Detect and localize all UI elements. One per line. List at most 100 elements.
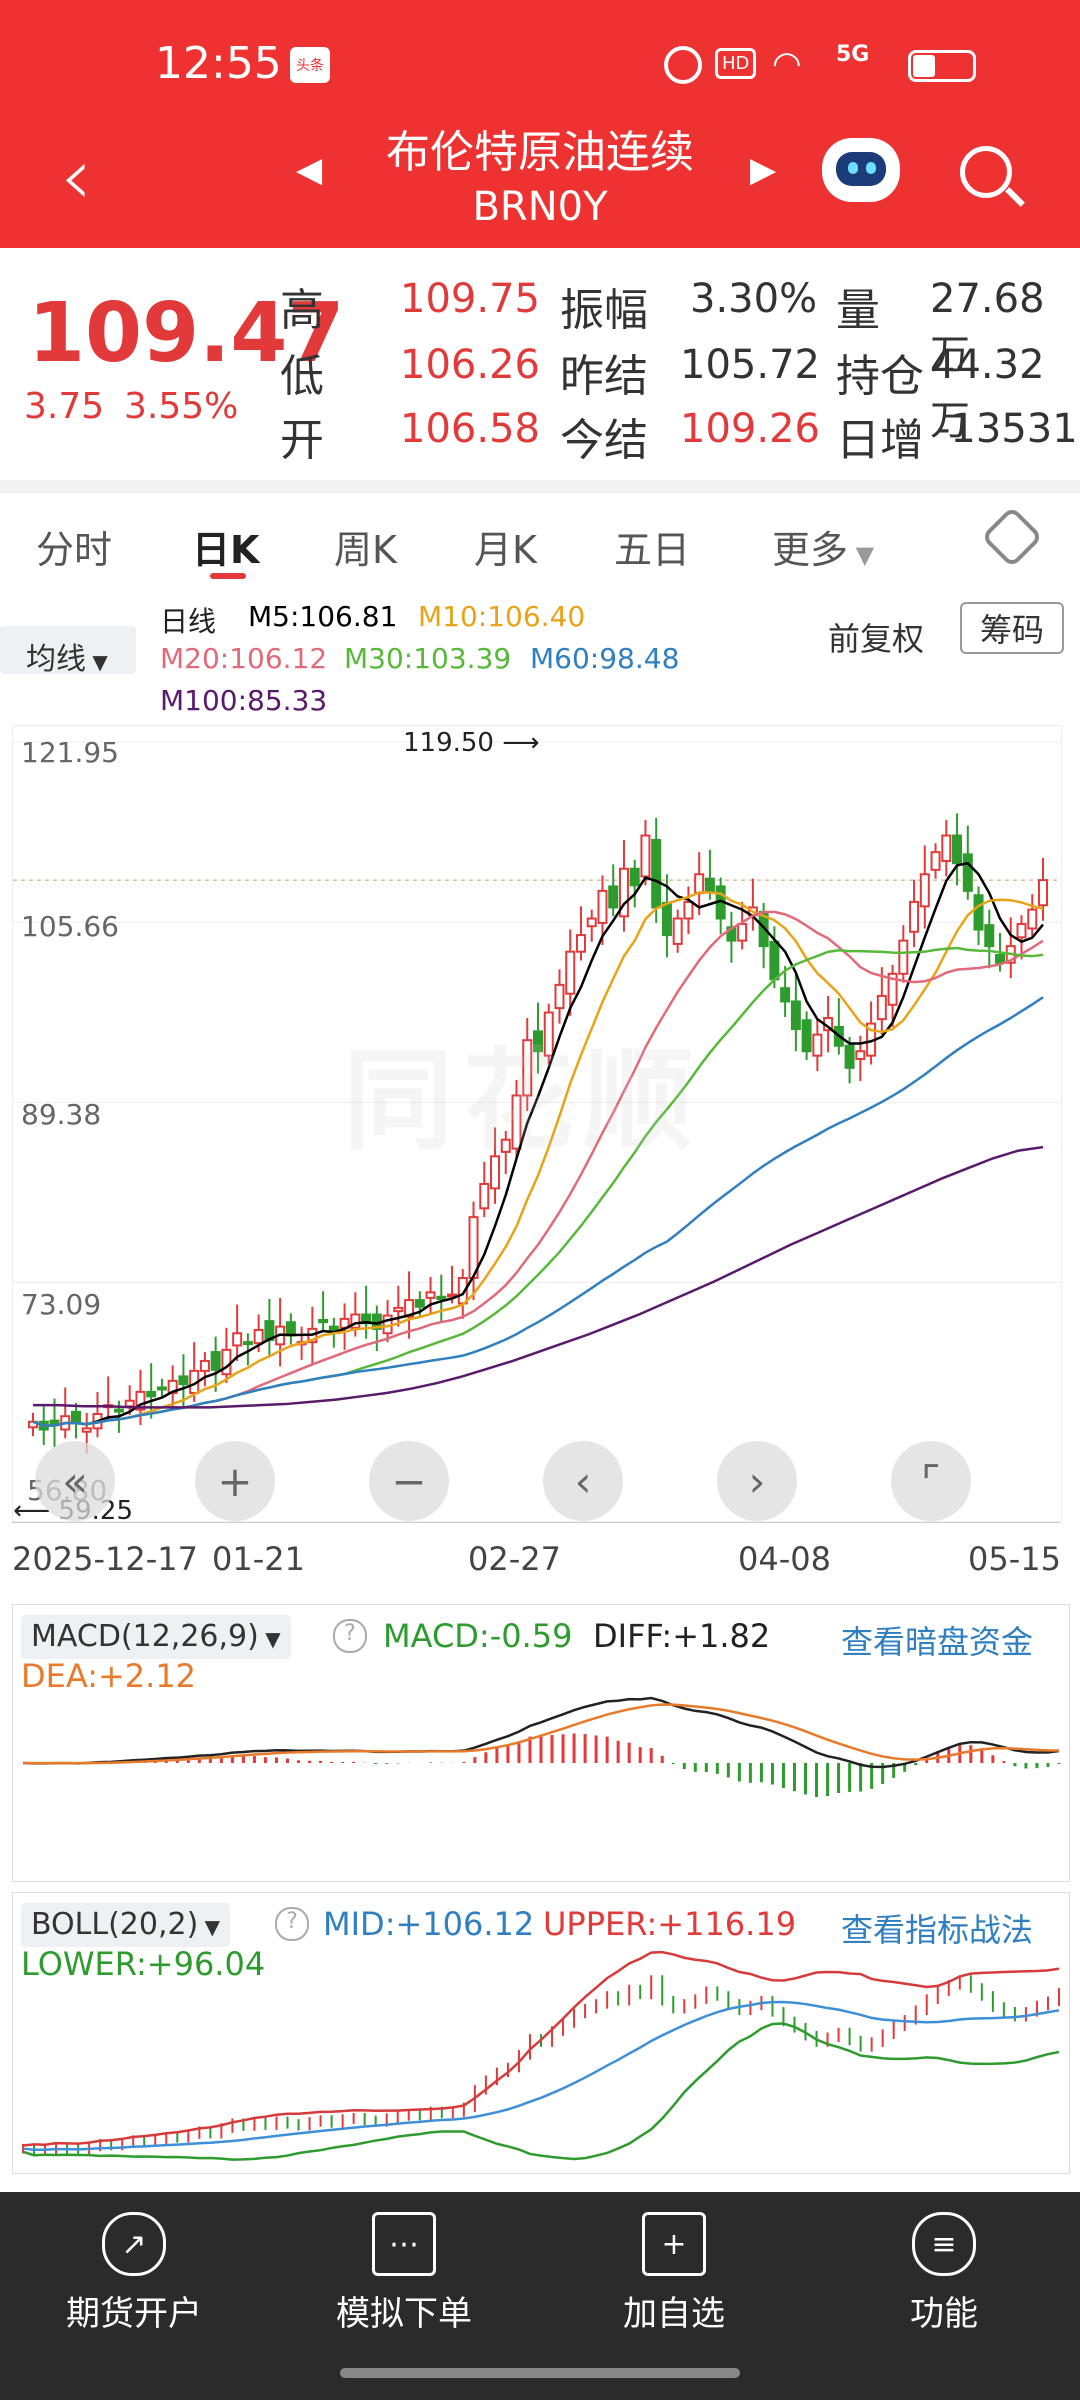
tab-intraday[interactable]: 分时	[36, 519, 112, 574]
watermark: 同花顺	[343, 1037, 703, 1165]
help-icon[interactable]: ?	[333, 1619, 367, 1653]
candle	[790, 1000, 801, 1031]
candle	[941, 834, 952, 862]
amp-label: 振幅	[560, 285, 648, 336]
tab-monthly-k[interactable]: 月K	[474, 519, 537, 574]
simulate-order-button[interactable]: ⋯ 模拟下单	[304, 2212, 504, 2335]
signal-icon: 5G	[836, 42, 870, 67]
boll-mid-line	[22, 2000, 1060, 2152]
candle	[909, 900, 920, 933]
zoom-out-icon[interactable]: −	[369, 1441, 449, 1521]
search-icon-handle	[1005, 187, 1025, 207]
y-tick-2: 105.66	[21, 910, 119, 943]
search-icon[interactable]	[960, 146, 1012, 198]
candle	[146, 1390, 157, 1398]
ma-legend: 均线 ▼ 日线 M5:106.81 M10:106.40 M20:106.12 …	[0, 586, 1080, 720]
candle	[586, 917, 597, 928]
menu-icon: ≡	[912, 2212, 976, 2276]
open-account-button[interactable]: ↗ 期货开户	[34, 2212, 234, 2335]
candle	[801, 1019, 812, 1053]
candle	[876, 994, 887, 1021]
candle	[661, 902, 672, 937]
candle	[683, 900, 694, 920]
settle-value: 109.26	[680, 406, 820, 452]
functions-button[interactable]: ≡ 功能	[844, 2212, 1044, 2335]
plus-icon: +	[642, 2212, 706, 2276]
scroll-right-icon[interactable]: ›	[717, 1441, 797, 1521]
candle	[575, 934, 586, 953]
candle	[952, 834, 963, 865]
dea-value: DEA:+2.12	[21, 1657, 197, 1695]
candle	[178, 1375, 189, 1386]
tab-weekly-k[interactable]: 周K	[334, 519, 397, 574]
news-app-icon: 头条	[290, 47, 330, 83]
macd-svg	[22, 1696, 1061, 1797]
chevron-down-icon: ▼	[848, 541, 875, 569]
kline-chart[interactable]: 同花顺 121.95 105.66 89.38 73.09 56.80 119.…	[12, 725, 1062, 1526]
home-indicator	[340, 2368, 740, 2378]
prev-contract-icon[interactable]: ◀	[296, 150, 322, 190]
boll-upper-line	[22, 1950, 1060, 2147]
y-tick-1: 121.95	[21, 736, 119, 769]
ma100-line	[33, 1145, 1044, 1409]
volume-label: 量	[836, 285, 880, 336]
open-value: 106.58	[400, 406, 540, 452]
chips-button[interactable]: 筹码	[960, 602, 1064, 654]
candle	[984, 924, 995, 948]
amp-value: 3.30%	[690, 276, 818, 322]
prev-settle-label: 昨结	[560, 351, 648, 402]
tab-more[interactable]: 更多 ▼	[772, 519, 874, 574]
candle	[780, 987, 791, 1003]
zoom-in-icon[interactable]: +	[195, 1441, 275, 1521]
add-watchlist-button[interactable]: + 加自选	[574, 2212, 774, 2335]
robot-assistant-icon[interactable]	[822, 138, 900, 202]
tab-five-day[interactable]: 五日	[614, 519, 690, 574]
contract-title: 布伦特原油连续	[386, 127, 694, 178]
candle	[973, 894, 984, 931]
candle	[672, 917, 683, 945]
candle	[629, 867, 640, 887]
daily-increase-label: 日增	[836, 415, 924, 466]
adjust-mode[interactable]: 前复权	[828, 614, 924, 660]
x-axis	[12, 1522, 1060, 1533]
x-tick-1: 2025-12-17	[12, 1540, 198, 1578]
x-tick-5: 05-15	[968, 1540, 1061, 1578]
candle	[113, 1408, 124, 1413]
candle	[156, 1386, 167, 1391]
fullscreen-icon[interactable]: ⌜	[891, 1441, 971, 1521]
active-tab-indicator	[210, 573, 246, 579]
next-contract-icon[interactable]: ▶	[750, 150, 776, 190]
indicator-selector[interactable]: 均线 ▼	[0, 626, 136, 677]
macd-selector[interactable]: MACD(12,26,9) ▼	[21, 1615, 291, 1659]
settings-icon[interactable]	[980, 505, 1044, 569]
macd-panel: MACD(12,26,9) ▼ ? MACD:-0.59 DIFF:+1.82 …	[12, 1604, 1070, 1882]
macd-value: MACD:-0.59	[383, 1617, 573, 1655]
divider	[0, 480, 1080, 492]
open-account-label: 期货开户	[66, 2294, 202, 2334]
battery-icon	[908, 50, 976, 82]
candle	[640, 834, 651, 878]
chevron-down-icon: ▼	[86, 650, 108, 674]
scroll-left-icon[interactable]: ‹	[543, 1441, 623, 1521]
candle	[1016, 923, 1027, 939]
macd-title: MACD(12,26,9)	[31, 1619, 259, 1654]
macd-link[interactable]: 查看暗盘资金	[841, 1617, 1033, 1663]
price-change-pct: 3.55%	[124, 386, 239, 427]
ma100-value: M100:85.33	[160, 684, 328, 717]
y-tick-3: 89.38	[21, 1098, 102, 1131]
candle	[221, 1348, 232, 1376]
candle	[930, 851, 941, 871]
candle	[232, 1332, 243, 1347]
candle	[898, 939, 909, 975]
ma-line-label: 日线	[160, 605, 217, 638]
candle	[565, 950, 576, 995]
candle	[210, 1351, 221, 1371]
tab-daily-k[interactable]: 日K	[192, 519, 259, 574]
scroll-left-fast-icon[interactable]: «	[35, 1441, 115, 1521]
wifi-icon: ◠	[772, 44, 802, 84]
open-label: 开	[280, 415, 324, 466]
back-icon[interactable]: ‹	[60, 130, 92, 223]
tab-more-label: 更多	[772, 528, 849, 572]
ma10-value: M10:106.40	[418, 600, 586, 633]
x-tick-4: 04-08	[738, 1540, 831, 1578]
